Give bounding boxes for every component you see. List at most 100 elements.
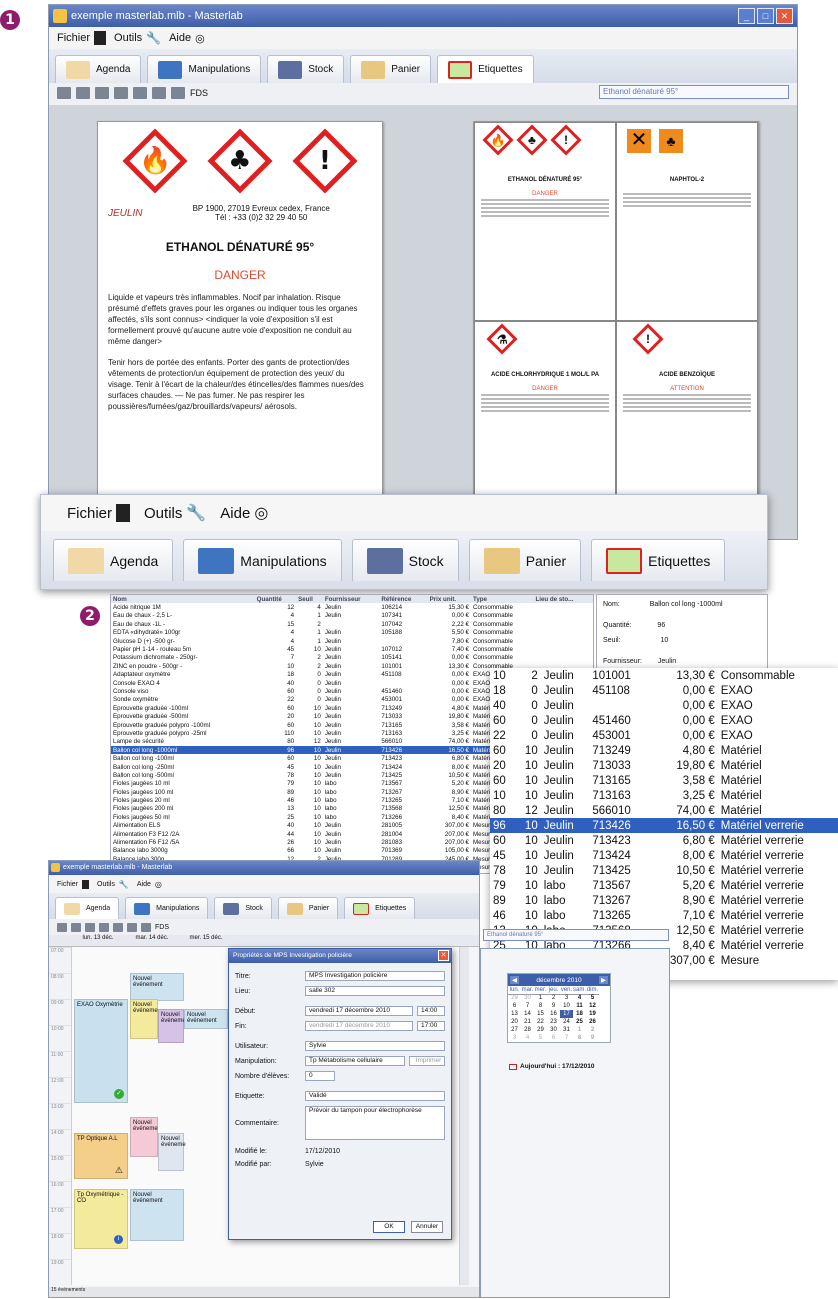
zoom-tab-stock[interactable]: Stock	[351, 539, 459, 581]
agenda-tab-stock[interactable]: Stock	[214, 897, 272, 919]
table-row[interactable]: Glucose D (+) -500 gr- 4 1 Jeulin 7,80 € Cons…	[111, 637, 593, 645]
calendar-day[interactable]: 25	[573, 1018, 586, 1026]
zoom-menu-fichier[interactable]: Fichier	[67, 504, 131, 522]
table-row[interactable]: Potassium dichromate - 250gr- 7 2 Jeulin 105…	[111, 654, 593, 662]
table-row[interactable]: 78 10 Jeulin 713425 10,50 € Matériel verrerie	[490, 863, 838, 878]
field-input[interactable]: Sylvie	[305, 1041, 445, 1051]
table-row[interactable]: 79 10 labo 713567 5,20 € Matériel verrerie	[490, 878, 838, 893]
zoom-tab-panier[interactable]: Panier	[468, 539, 582, 581]
calendar-day[interactable]: 27	[508, 1026, 521, 1034]
column-header[interactable]: Fournisseur	[323, 595, 380, 603]
ok-button[interactable]: OK	[373, 1221, 405, 1233]
calendar-day[interactable]: 29	[534, 1026, 547, 1034]
column-header[interactable]: Seuil	[296, 595, 323, 603]
event[interactable]: Nouvel événeme	[158, 1133, 186, 1171]
cart-icon[interactable]	[113, 922, 123, 932]
table-row[interactable]: 89 10 labo 713267 8,90 € Matériel verrerie	[490, 893, 838, 908]
table-row[interactable]: 60 10 Jeulin 713423 6,80 € Matériel verrerie	[490, 833, 838, 848]
calendar-day[interactable]: 2	[547, 994, 560, 1002]
field-input[interactable]: Tp Métabolisme cellulaire	[305, 1056, 405, 1066]
table-row[interactable]: 80 12 Jeulin 566010 74,00 € Matériel	[490, 803, 838, 818]
day-tue[interactable]: mar. 14 déc.	[125, 935, 179, 946]
column-header[interactable]: Nom	[111, 595, 255, 603]
calendar-day[interactable]: 4	[521, 1034, 534, 1042]
calendar-day[interactable]: 1	[534, 994, 547, 1002]
prev-month-button[interactable]: ◀	[510, 976, 519, 984]
calendar-day[interactable]: 8	[534, 1002, 547, 1010]
table-row[interactable]: Eau de chaux -1L - 15 2 107042 2,22 € Consomm…	[111, 620, 593, 628]
agenda-tab-manipulations[interactable]: Manipulations	[125, 897, 209, 919]
calendar-day[interactable]: 21	[521, 1018, 534, 1026]
event[interactable]: Nouvel événement	[184, 1009, 228, 1029]
tag-icon[interactable]	[127, 922, 137, 932]
event-exao[interactable]: EXAO Oxymètrie ✓	[74, 999, 128, 1103]
calendar-day[interactable]: 5	[534, 1034, 547, 1042]
event[interactable]: Nouvel événement	[130, 1189, 184, 1241]
calendar-day[interactable]: 7	[521, 1002, 534, 1010]
calendar-day[interactable]: 26	[586, 1018, 599, 1026]
agenda-fds-label[interactable]: FDS	[155, 924, 169, 931]
day-wed[interactable]: mer. 15 déc.	[179, 935, 233, 946]
tab-agenda[interactable]: Agenda	[55, 55, 142, 83]
agenda-menu-aide[interactable]: Aide ◎	[137, 880, 162, 889]
table-row[interactable]: 20 10 Jeulin 713033 19,80 € Matériel	[490, 758, 838, 773]
event[interactable]: Nouvel événeme	[130, 999, 158, 1039]
calendar-day[interactable]: 5	[586, 994, 599, 1002]
column-header[interactable]: Lieu de sto...	[533, 595, 593, 603]
close-button[interactable]: ✕	[776, 8, 793, 24]
fds-icon[interactable]	[171, 87, 185, 99]
calendar-day[interactable]: 3	[560, 994, 573, 1002]
agenda-menu-outils[interactable]: Outils 🔧	[97, 880, 129, 889]
field-input[interactable]: MPS Investigation policière	[305, 971, 445, 981]
table-row[interactable]: 60 0 Jeulin 451460 0,00 € EXAO	[490, 713, 838, 728]
calendar-day[interactable]: 9	[586, 1034, 599, 1042]
field-input[interactable]: vendredi 17 décembre 2010	[305, 1021, 413, 1031]
calendar-day[interactable]: 1	[573, 1026, 586, 1034]
dialog-close-button[interactable]: ✕	[438, 950, 449, 961]
calendar-day[interactable]: 22	[534, 1018, 547, 1026]
field-input[interactable]: 0	[305, 1071, 335, 1081]
field-input[interactable]: vendredi 17 décembre 2010	[305, 1006, 413, 1016]
cart-icon[interactable]	[133, 87, 147, 99]
calendar-day[interactable]: 7	[560, 1034, 573, 1042]
minimize-button[interactable]: _	[738, 8, 755, 24]
calendar-day[interactable]: 6	[508, 1002, 521, 1010]
table-row[interactable]: 60 10 Jeulin 713249 4,80 € Matériel	[490, 743, 838, 758]
tab-etiquettes[interactable]: Etiquettes	[437, 55, 534, 83]
today-link[interactable]: Aujourd'hui : 17/12/2010	[509, 1063, 595, 1070]
time-input[interactable]: 14:00	[417, 1006, 445, 1016]
calendar-day[interactable]: 8	[573, 1034, 586, 1042]
agenda-tab-etiquettes[interactable]: Etiquettes	[344, 897, 416, 919]
tab-manipulations[interactable]: Manipulations	[147, 55, 262, 83]
print-icon[interactable]	[57, 922, 67, 932]
calendar-day[interactable]: 29	[508, 994, 521, 1002]
calendar-day[interactable]: 9	[547, 1002, 560, 1010]
calendar-day[interactable]: 4	[573, 994, 586, 1002]
week-icon[interactable]	[99, 922, 109, 932]
calendar-day[interactable]: 18	[573, 1010, 586, 1018]
zoom-menu-outils[interactable]: Outils 🔧	[144, 503, 206, 523]
table-row[interactable]: 10 2 Jeulin 101001 13,30 € Consommable	[490, 668, 838, 683]
tag-icon[interactable]	[152, 87, 166, 99]
field-input[interactable]: salle 302	[305, 986, 445, 996]
next-month-button[interactable]: ▶	[598, 976, 608, 984]
table-row[interactable]: 45 10 Jeulin 713424 8,00 € Matériel verrerie	[490, 848, 838, 863]
column-header[interactable]: Quantité	[255, 595, 296, 603]
new-icon[interactable]	[71, 922, 81, 932]
menu-outils[interactable]: Outils 🔧	[114, 31, 161, 45]
column-header[interactable]: Référence	[379, 595, 427, 603]
print-icon[interactable]	[57, 87, 71, 99]
calendar-day[interactable]: 30	[547, 1026, 560, 1034]
event-tp-oxymetrique[interactable]: Tp Oxymétrique -CO i	[74, 1189, 128, 1249]
zoom-tab-agenda[interactable]: Agenda	[53, 539, 174, 581]
search-input[interactable]: Ethanol dénaturé 95°	[599, 85, 789, 99]
time-input[interactable]: 17:00	[417, 1021, 445, 1031]
menu-aide[interactable]: Aide ◎	[169, 32, 205, 45]
table-row[interactable]: Papier pH 1-14 - rouleau 5m 45 10 Jeulin 107…	[111, 645, 593, 653]
agenda-scrollbar[interactable]	[459, 947, 469, 1285]
calendar-day[interactable]: 2	[586, 1026, 599, 1034]
calendar-day[interactable]: 3	[508, 1034, 521, 1042]
calendar-day[interactable]: 24	[560, 1018, 573, 1026]
table-row[interactable]: 22 0 Jeulin 453001 0,00 € EXAO	[490, 728, 838, 743]
agenda-tab-panier[interactable]: Panier	[277, 897, 339, 919]
